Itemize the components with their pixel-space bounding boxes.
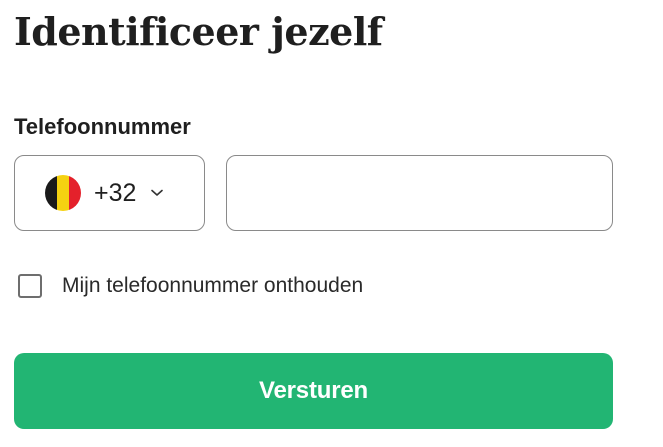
remember-phone-checkbox[interactable] [18, 274, 42, 298]
country-code-select[interactable]: +32 [14, 155, 205, 231]
page-title: Identificeer jezelf [14, 9, 383, 54]
flag-stripe-yellow [57, 175, 69, 211]
dial-code: +32 [94, 179, 137, 207]
submit-button[interactable]: Versturen [14, 353, 613, 429]
flag-stripe-red [69, 175, 81, 211]
chevron-down-icon [150, 186, 164, 200]
phone-number-label: Telefoonnummer [14, 114, 191, 139]
remember-phone-label: Mijn telefoonnummer onthouden [62, 274, 364, 297]
phone-number-input[interactable] [226, 155, 613, 231]
flag-stripe-black [45, 175, 57, 211]
remember-phone-row[interactable]: Mijn telefoonnummer onthouden [18, 272, 363, 300]
belgium-flag-icon [45, 175, 81, 211]
